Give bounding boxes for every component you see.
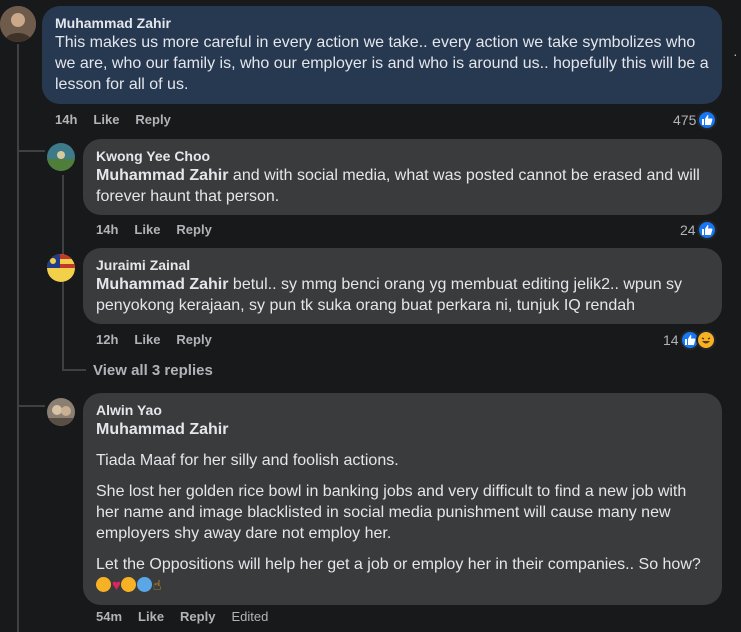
reply-paragraph: Tiada Maaf for her silly and foolish act… xyxy=(96,452,399,469)
reply-author[interactable]: Kwong Yee Choo xyxy=(96,147,709,165)
reply-paragraph: Let the Oppositions will help her get a … xyxy=(96,554,709,596)
comment-time[interactable]: 14h xyxy=(55,112,77,128)
reaction-summary[interactable]: 14 xyxy=(663,329,716,351)
avatar-image xyxy=(0,6,36,42)
reaction-summary[interactable]: 475 xyxy=(673,109,718,131)
emoji-crying-icon xyxy=(96,577,111,592)
more-options-icon[interactable]: · xyxy=(733,46,738,62)
avatar[interactable] xyxy=(47,254,75,282)
view-all-replies-link[interactable]: View all 3 replies xyxy=(93,362,213,379)
reply-text: Muhammad Zahir and with social media, wh… xyxy=(96,165,709,207)
reply-bubble: Kwong Yee Choo Muhammad Zahir and with s… xyxy=(83,139,722,215)
reply-actions: 54m Like Reply Edited xyxy=(96,609,284,625)
like-reaction-icon xyxy=(696,220,717,240)
reply-bubble: Alwin Yao Muhammad Zahir Tiada Maaf for … xyxy=(83,393,722,605)
emoji-scream-icon xyxy=(136,577,152,592)
reaction-summary[interactable]: 24 xyxy=(680,219,717,241)
reply-button[interactable]: Reply xyxy=(176,222,211,238)
reply-actions: 12h Like Reply xyxy=(96,332,228,348)
thread-line-branch-1 xyxy=(17,150,45,152)
avatar-image xyxy=(47,398,75,426)
reply-button[interactable]: Reply xyxy=(135,112,170,128)
reply-time[interactable]: 54m xyxy=(96,609,122,625)
reply-button[interactable]: Reply xyxy=(176,332,211,348)
reaction-count: 475 xyxy=(673,112,697,128)
reply-text: Muhammad Zahir betul.. sy mmg benci oran… xyxy=(96,274,709,316)
comment-actions: 14h Like Reply xyxy=(55,112,187,128)
emoji-pointing-icon: ☝ xyxy=(152,577,162,593)
reply-bubble: Juraimi Zainal Muhammad Zahir betul.. sy… xyxy=(83,248,722,324)
mention-link[interactable]: Muhammad Zahir xyxy=(96,167,228,184)
like-reaction-icon xyxy=(697,110,718,130)
like-button[interactable]: Like xyxy=(134,332,160,348)
haha-reaction-icon xyxy=(695,330,716,350)
reply-paragraph-text: Let the Oppositions will help her get a … xyxy=(96,556,701,573)
like-button[interactable]: Like xyxy=(138,609,164,625)
avatar[interactable] xyxy=(47,143,75,171)
comment-text: This makes us more careful in every acti… xyxy=(55,34,709,93)
thread-line-sub-branch xyxy=(62,369,86,371)
reply-time[interactable]: 14h xyxy=(96,222,118,238)
like-button[interactable]: Like xyxy=(93,112,119,128)
reply-button[interactable]: Reply xyxy=(180,609,215,625)
avatar-image xyxy=(47,143,75,171)
reply-author[interactable]: Juraimi Zainal xyxy=(96,256,709,274)
thread-line-main xyxy=(17,44,19,632)
reaction-count: 24 xyxy=(680,222,696,238)
mention-link[interactable]: Muhammad Zahir xyxy=(96,276,228,293)
comment-bubble: Muhammad Zahir This makes us more carefu… xyxy=(42,6,722,104)
reply-time[interactable]: 12h xyxy=(96,332,118,348)
reply-paragraph: She lost her golden rice bowl in banking… xyxy=(96,483,687,542)
like-button[interactable]: Like xyxy=(134,222,160,238)
avatar-image xyxy=(47,254,75,282)
reply-author[interactable]: Alwin Yao xyxy=(96,401,709,419)
thread-line-branch-2 xyxy=(17,405,45,407)
avatar[interactable] xyxy=(47,398,75,426)
edited-label: Edited xyxy=(231,609,269,624)
emoji-heart-icon: ♥ xyxy=(112,577,121,594)
comment-author[interactable]: Muhammad Zahir xyxy=(55,14,709,32)
reply-actions: 14h Like Reply xyxy=(96,222,228,238)
avatar[interactable] xyxy=(0,6,36,42)
emoji-grin-icon xyxy=(120,577,136,592)
mention-link[interactable]: Muhammad Zahir xyxy=(96,419,709,440)
reaction-count: 14 xyxy=(663,332,679,348)
